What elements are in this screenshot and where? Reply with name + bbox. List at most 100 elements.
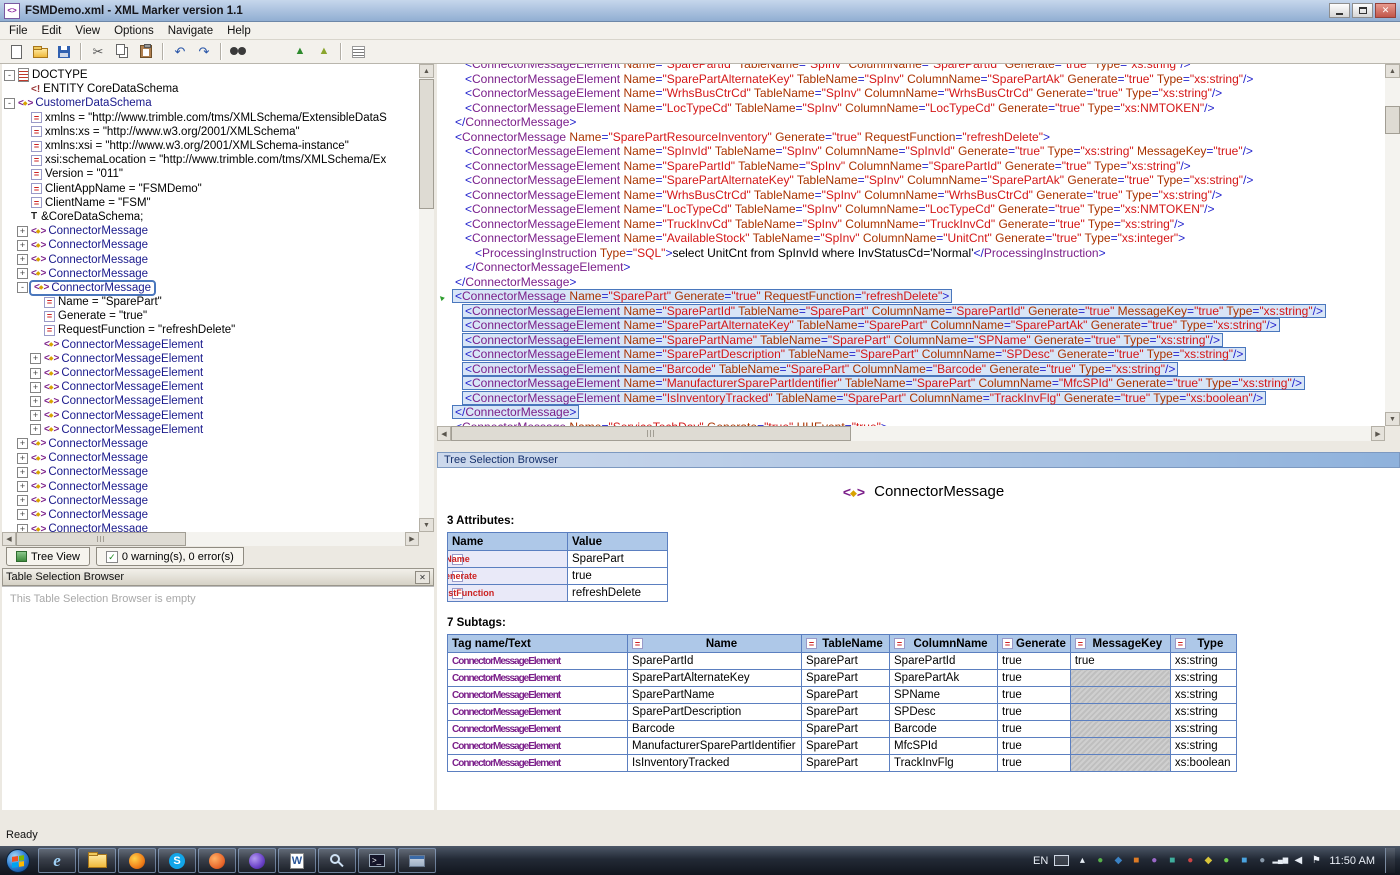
tray-app-9-icon[interactable]: ■: [1237, 854, 1251, 868]
tag-name-cell[interactable]: ConnectorMessageElement: [447, 720, 628, 738]
scroll-up-button[interactable]: ▲: [1385, 64, 1400, 78]
cell-type[interactable]: xs:string: [1169, 737, 1237, 755]
scroll-thumb[interactable]: [1385, 106, 1400, 134]
remote-desktop-taskbar-button[interactable]: [398, 848, 436, 873]
redo-button[interactable]: ↷: [193, 42, 215, 62]
cell-column-name[interactable]: SPDesc: [889, 703, 998, 721]
cell-table-name[interactable]: SparePart: [801, 703, 890, 721]
code-line[interactable]: <ConnectorMessageElement Name="WrhsBusCt…: [437, 188, 1385, 203]
code-line[interactable]: <ConnectorMessageElement Name="Manufactu…: [437, 376, 1385, 391]
cell-column-name[interactable]: MfcSPId: [889, 737, 998, 755]
code-line[interactable]: <ConnectorMessageElement Name="TruckInvC…: [437, 217, 1385, 232]
subtag-row[interactable]: ConnectorMessageElement SparePartName Spar…: [447, 686, 1237, 704]
tree-expander-minus[interactable]: -: [4, 69, 15, 81]
scroll-thumb[interactable]: [451, 426, 851, 441]
attribute-row[interactable]: Name SparePart: [447, 550, 668, 568]
tree-item[interactable]: + <◆> ConnectorMessageElement: [2, 352, 419, 366]
tree-item[interactable]: = RequestFunction = "refreshDelete": [2, 323, 419, 337]
cell-table-name[interactable]: SparePart: [801, 669, 890, 687]
cell-column-name[interactable]: SparePartId: [889, 652, 998, 670]
code-line[interactable]: <ConnectorMessageElement Name="SparePart…: [437, 72, 1385, 87]
file-explorer-taskbar-button[interactable]: [78, 848, 116, 873]
tab-tree-view[interactable]: Tree View: [6, 547, 90, 566]
code-line[interactable]: <ConnectorMessageElement Name="SparePart…: [437, 303, 1385, 319]
view-list-button[interactable]: [347, 42, 369, 62]
volume-icon[interactable]: ◀: [1291, 854, 1305, 868]
tree-item[interactable]: + <◆> ConnectorMessage: [2, 267, 419, 281]
new-document-button[interactable]: [5, 42, 27, 62]
cut-button[interactable]: ✂: [87, 42, 109, 62]
cell-type[interactable]: xs:string: [1169, 652, 1237, 670]
keyboard-layout-icon[interactable]: [1054, 855, 1070, 866]
code-line[interactable]: <ConnectorMessageElement Name="IsInvento…: [437, 390, 1385, 406]
subtag-row[interactable]: ConnectorMessageElement SparePartAlternat…: [447, 669, 1237, 687]
tree-expander-plus[interactable]: +: [30, 353, 41, 365]
editor-horizontal-scrollbar[interactable]: ◀ ▶: [437, 426, 1385, 441]
scroll-right-button[interactable]: ▶: [1371, 426, 1385, 441]
cell-name[interactable]: IsInventoryTracked: [627, 754, 802, 772]
tree-expander-plus[interactable]: +: [17, 452, 28, 464]
internet-explorer-taskbar-button[interactable]: e: [38, 848, 76, 873]
tree-item[interactable]: = Generate = "true": [2, 309, 419, 323]
attribute-name-cell[interactable]: Name: [447, 550, 568, 568]
cell-message-key[interactable]: [1069, 703, 1171, 721]
subtag-row[interactable]: ConnectorMessageElement SparePartDescript…: [447, 703, 1237, 721]
tree-expander-plus[interactable]: +: [30, 410, 41, 422]
code-line[interactable]: </ConnectorMessageElement>: [437, 260, 1385, 275]
tag-name-cell[interactable]: ConnectorMessageElement: [447, 652, 628, 670]
tree-expander-plus[interactable]: +: [17, 239, 28, 251]
tree-item[interactable]: = ClientAppName = "FSMDemo": [2, 182, 419, 196]
cell-column-name[interactable]: TrackInvFlg: [889, 754, 998, 772]
tree-expander-plus[interactable]: +: [30, 367, 41, 379]
tree-expander-minus[interactable]: -: [17, 282, 28, 294]
app-orange-taskbar-button[interactable]: [198, 848, 236, 873]
scroll-down-button[interactable]: ▼: [419, 518, 434, 532]
cell-name[interactable]: SparePartAlternateKey: [627, 669, 802, 687]
save-file-button[interactable]: [53, 42, 75, 62]
scroll-left-button[interactable]: ◀: [2, 532, 16, 546]
tree-item[interactable]: + <◆> ConnectorMessageElement: [2, 394, 419, 408]
scroll-thumb[interactable]: [419, 79, 434, 209]
code-line[interactable]: <ConnectorMessageElement Name="SpInvId" …: [437, 144, 1385, 159]
scroll-down-button[interactable]: ▼: [1385, 412, 1400, 426]
tree-horizontal-scrollbar[interactable]: ◀ ▶: [2, 532, 419, 546]
subtag-row[interactable]: ConnectorMessageElement IsInventoryTracke…: [447, 754, 1237, 772]
close-panel-button[interactable]: ✕: [415, 570, 430, 584]
tree-expander-plus[interactable]: +: [17, 466, 28, 478]
cell-type[interactable]: xs:string: [1169, 686, 1237, 704]
close-button[interactable]: ✕: [1375, 3, 1396, 18]
tag-name-cell[interactable]: ConnectorMessageElement: [447, 703, 628, 721]
tree-item[interactable]: = ClientName = "FSM": [2, 196, 419, 210]
tree-item[interactable]: + <◆> ConnectorMessage: [2, 437, 419, 451]
tree-item[interactable]: - DOCTYPE: [2, 68, 419, 83]
paste-button[interactable]: [135, 42, 157, 62]
tree-expander-plus[interactable]: +: [17, 268, 28, 280]
tree-item[interactable]: = xsi:schemaLocation = "http://www.trimbl…: [2, 153, 419, 167]
cell-message-key[interactable]: true: [1069, 652, 1171, 670]
tree-expander-plus[interactable]: +: [17, 495, 28, 507]
code-line[interactable]: </ConnectorMessage>: [437, 275, 1385, 290]
cell-generate[interactable]: true: [997, 686, 1071, 704]
subtag-row[interactable]: ConnectorMessageElement Barcode SparePart B…: [447, 720, 1237, 738]
subtag-row[interactable]: ConnectorMessageElement ManufacturerSpare…: [447, 737, 1237, 755]
tree-item[interactable]: = Version = "011": [2, 167, 419, 181]
code-line[interactable]: <ConnectorMessageElement Name="SparePart…: [437, 318, 1385, 333]
code-line[interactable]: <ConnectorMessageElement Name="SparePart…: [437, 64, 1385, 72]
undo-button[interactable]: ↶: [169, 42, 191, 62]
scroll-up-button[interactable]: ▲: [419, 64, 434, 78]
previous-bookmark-button[interactable]: ▲: [289, 42, 311, 62]
code-line[interactable]: </ConnectorMessage>: [437, 115, 1385, 130]
tree-item[interactable]: + <◆> ConnectorMessage: [2, 252, 419, 266]
cell-name[interactable]: SparePartName: [627, 686, 802, 704]
cell-column-name[interactable]: Barcode: [889, 720, 998, 738]
cell-type[interactable]: xs:string: [1169, 703, 1237, 721]
tree-item[interactable]: + <◆> ConnectorMessage​Element: [2, 380, 419, 394]
open-file-button[interactable]: [29, 42, 51, 62]
cell-table-name[interactable]: SparePart: [801, 652, 890, 670]
cell-table-name[interactable]: SparePart: [801, 754, 890, 772]
cell-type[interactable]: xs:string: [1169, 669, 1237, 687]
tree-item[interactable]: + <◆> ConnectorMessage: [2, 479, 419, 493]
cell-name[interactable]: ManufacturerSparePartIdentifier: [627, 737, 802, 755]
copy-button[interactable]: [111, 42, 133, 62]
show-desktop-button[interactable]: [1385, 848, 1395, 873]
